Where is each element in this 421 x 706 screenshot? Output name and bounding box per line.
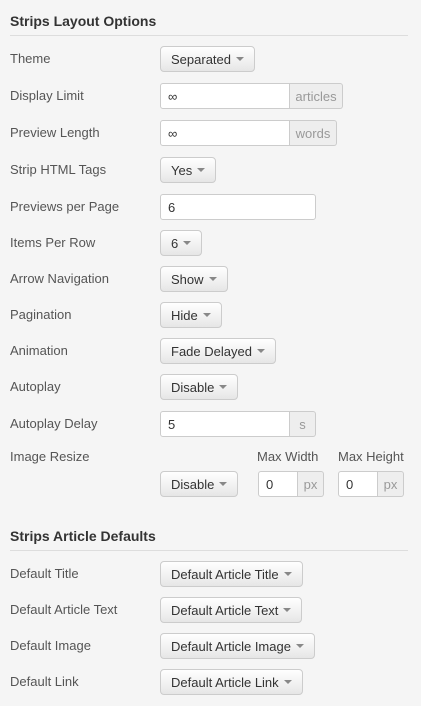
animation-value: Fade Delayed [171,343,252,359]
previews-per-page-input[interactable]: 6 [160,194,316,220]
preview-length-input[interactable]: ∞ [160,120,290,146]
default-text-value: Default Article Text [171,602,279,618]
caret-down-icon [256,349,265,353]
autoplay-delay-unit: s [290,411,316,437]
pagination-dropdown[interactable]: Hide [160,302,222,328]
max-height-label: Max Height [338,449,404,464]
caret-down-icon [208,277,217,281]
previews-per-page-label: Previews per Page [10,199,120,214]
caret-down-icon [202,313,211,317]
max-width-unit: px [298,471,324,497]
image-resize-dropdown[interactable]: Disable [160,471,239,497]
animation-label: Animation [10,343,68,358]
max-width-label: Max Width [257,449,319,464]
caret-down-icon [219,385,228,389]
strip-html-value: Yes [171,162,193,178]
caret-down-icon [283,608,292,612]
default-text-dropdown[interactable]: Default Article Text [160,597,303,623]
autoplay-delay-label: Autoplay Delay [10,416,98,431]
caret-down-icon [183,241,192,245]
default-image-label: Default Image [10,638,91,653]
default-link-dropdown[interactable]: Default Article Link [160,669,303,695]
max-height-input[interactable]: 0 [338,471,378,497]
arrow-navigation-label: Arrow Navigation [10,271,109,286]
items-per-row-dropdown[interactable]: 6 [160,230,203,256]
caret-down-icon [219,482,228,486]
animation-dropdown[interactable]: Fade Delayed [160,338,276,364]
autoplay-value: Disable [171,379,215,395]
caret-down-icon [236,57,244,61]
section-divider [10,35,408,36]
theme-label: Theme [10,51,51,66]
max-width-input[interactable]: 0 [258,471,298,497]
caret-down-icon [197,168,206,172]
default-text-label: Default Article Text [10,602,118,617]
default-title-dropdown[interactable]: Default Article Title [160,561,303,587]
layout-section-title: Strips Layout Options [10,13,157,29]
caret-down-icon [295,644,304,648]
defaults-section-title: Strips Article Defaults [10,528,156,544]
autoplay-delay-input[interactable]: 5 [160,411,290,437]
max-height-unit: px [378,471,404,497]
default-title-value: Default Article Title [171,566,279,582]
theme-dropdown[interactable]: Separated [160,46,255,72]
autoplay-label: Autoplay [10,379,61,394]
image-resize-label: Image Resize [10,449,90,464]
default-link-label: Default Link [10,674,79,689]
pagination-label: Pagination [10,307,72,322]
default-link-value: Default Article Link [171,674,279,690]
image-resize-value: Disable [171,476,215,492]
preview-length-label: Preview Length [10,125,100,140]
preview-length-unit: words [290,120,337,146]
caret-down-icon [283,680,292,684]
strip-html-dropdown[interactable]: Yes [160,157,217,183]
default-image-dropdown[interactable]: Default Article Image [160,633,315,659]
section-divider [10,550,408,551]
default-image-value: Default Article Image [171,638,291,654]
display-limit-label: Display Limit [10,88,84,103]
items-per-row-label: Items Per Row [10,235,96,250]
strip-html-label: Strip HTML Tags [10,162,107,177]
caret-down-icon [283,572,292,576]
arrow-navigation-value: Show [171,271,204,287]
autoplay-dropdown[interactable]: Disable [160,374,239,400]
pagination-value: Hide [171,307,198,323]
arrow-navigation-dropdown[interactable]: Show [160,266,228,292]
display-limit-unit: articles [290,83,343,109]
items-per-row-value: 6 [171,235,179,251]
default-title-label: Default Title [10,566,79,581]
display-limit-input[interactable]: ∞ [160,83,290,109]
theme-value: Separated [171,51,231,67]
